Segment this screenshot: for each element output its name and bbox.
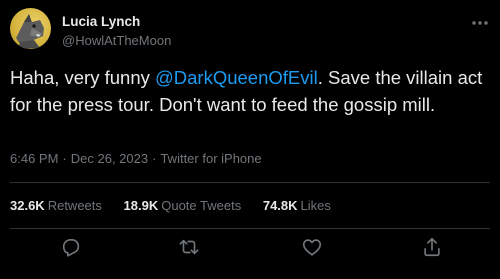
retweet-icon	[179, 239, 199, 255]
tweet-source[interactable]: Twitter for iPhone	[160, 151, 261, 166]
tweet-actions	[0, 236, 500, 266]
likes-stat[interactable]: 74.8K Likes	[263, 198, 331, 213]
tweet-text: Haha, very funny @DarkQueenOfEvil. Save …	[10, 64, 490, 118]
author-display-name[interactable]: Lucia Lynch	[62, 14, 140, 29]
tweet-stats: 32.6K Retweets 18.9K Quote Tweets 74.8K Lik…	[10, 198, 349, 213]
tweet-time[interactable]: 6:46 PM	[10, 151, 58, 166]
reply-button[interactable]	[60, 236, 82, 258]
heart-icon	[302, 239, 322, 256]
retweets-label: Retweets	[47, 198, 102, 213]
tweet-card: Lucia Lynch @HowlAtTheMoon Haha, very fu…	[0, 0, 500, 279]
reply-icon	[62, 239, 80, 257]
tweet-meta: 6:46 PM · Dec 26, 2023 · Twitter for iPhone	[10, 151, 262, 166]
tweet-text-start: Haha, very funny	[10, 67, 155, 88]
avatar[interactable]	[10, 8, 51, 49]
wolf-avatar-image	[16, 14, 44, 49]
divider	[10, 228, 490, 229]
likes-label: Likes	[300, 198, 331, 213]
author-handle[interactable]: @HowlAtTheMoon	[62, 33, 171, 48]
likes-count: 74.8K	[262, 198, 298, 213]
quotes-label: Quote Tweets	[161, 198, 242, 213]
more-horizontal-icon[interactable]	[470, 16, 490, 30]
divider	[10, 182, 490, 183]
retweets-count: 32.6K	[10, 198, 45, 213]
share-icon	[424, 237, 440, 257]
meta-separator: ·	[152, 151, 157, 166]
tweet-header: Lucia Lynch @HowlAtTheMoon	[10, 8, 490, 52]
retweet-button[interactable]	[178, 236, 200, 258]
tweet-date[interactable]: Dec 26, 2023	[71, 151, 148, 166]
share-button[interactable]	[421, 236, 443, 258]
mention-link[interactable]: @DarkQueenOfEvil	[155, 67, 318, 88]
like-button[interactable]	[301, 236, 323, 258]
quote-tweets-stat[interactable]: 18.9K Quote Tweets	[124, 198, 242, 213]
meta-separator: ·	[62, 151, 67, 166]
quotes-count: 18.9K	[123, 198, 159, 213]
retweets-stat[interactable]: 32.6K Retweets	[10, 198, 102, 213]
